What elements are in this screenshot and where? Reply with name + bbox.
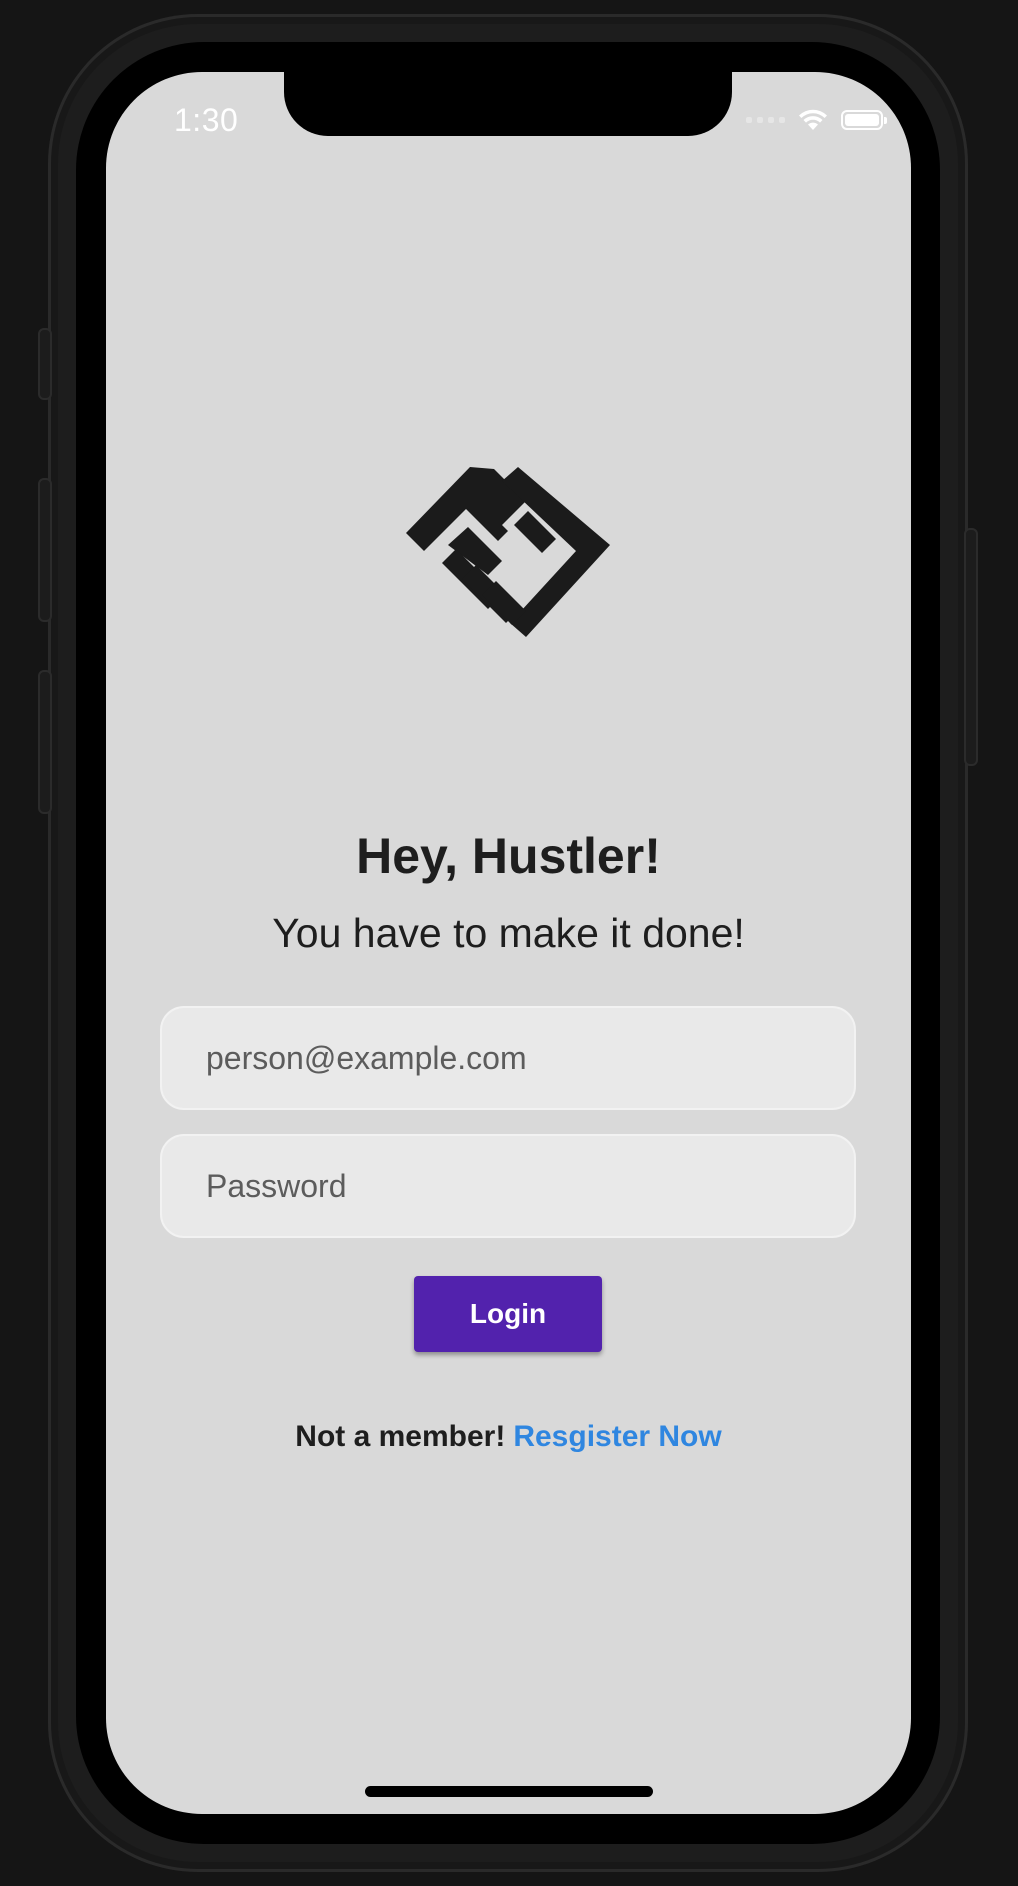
login-button[interactable]: Login [414,1276,602,1352]
handshake-logo-icon [406,467,610,637]
volume-up-button [38,478,52,622]
cellular-signal-icon [746,117,785,123]
silent-switch [38,328,52,400]
battery-icon [841,110,887,130]
register-now-link[interactable]: Resgister Now [513,1420,721,1453]
notch [284,72,732,136]
app-screen: 1:30 Hey, Hustler! You have to make it d… [106,72,911,1814]
welcome-heading: Hey, Hustler! [356,828,661,884]
status-time: 1:30 [174,102,239,138]
password-field[interactable] [160,1134,856,1238]
welcome-subheading: You have to make it done! [272,910,745,956]
not-member-text: Not a member! [295,1420,506,1453]
email-field[interactable] [160,1006,856,1110]
volume-down-button [38,670,52,814]
power-button [964,528,978,766]
register-prompt-row: Not a member! Resgister Now [106,1420,911,1454]
home-indicator[interactable] [365,1786,653,1797]
wifi-icon [799,109,827,130]
status-icons [746,108,887,132]
